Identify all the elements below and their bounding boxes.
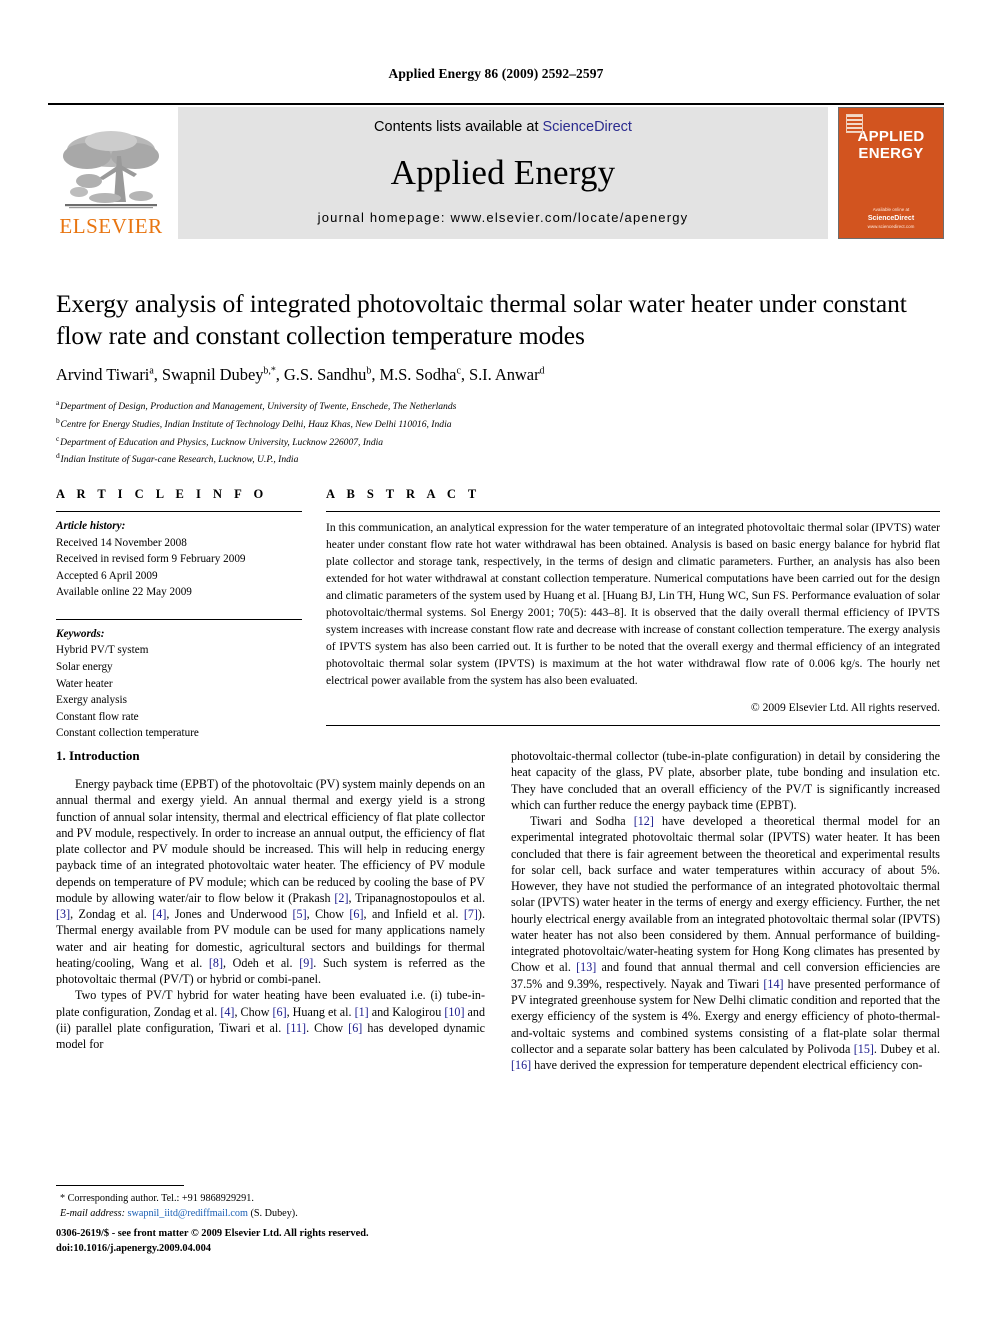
body-columns: 1. Introduction Energy payback time (EPB… <box>56 748 940 1073</box>
abstract-bottom-rule <box>326 725 940 727</box>
body-paragraph: Tiwari and Sodha [12] have developed a t… <box>511 814 941 1073</box>
email-label: E-mail address: <box>60 1207 125 1219</box>
elsevier-wordmark: ELSEVIER <box>59 214 163 238</box>
article-info-column: A R T I C L E I N F O Article history: R… <box>56 487 302 742</box>
citation-ref[interactable]: [10] <box>444 1005 464 1019</box>
citation-ref[interactable]: [9] <box>299 956 313 970</box>
citation-ref[interactable]: [6] <box>348 1021 362 1035</box>
keyword-item: Hybrid PV/T system <box>56 644 149 657</box>
paper-page: Applied Energy 86 (2009) 2592–2597 ELSEV… <box>0 0 992 1323</box>
history-online: Available online 22 May 2009 <box>56 586 192 599</box>
journal-homepage-link[interactable]: journal homepage: www.elsevier.com/locat… <box>318 210 689 225</box>
elsevier-logo: ELSEVIER <box>48 107 174 239</box>
article-history-heading: Article history: <box>56 520 126 532</box>
cover-footer-url: www.sciencedirect.com <box>867 224 915 230</box>
keyword-item: Constant collection temperature <box>56 727 199 740</box>
journal-cover-thumbnail: APPLIED ENERGY Available online at Scien… <box>838 107 944 239</box>
cover-footer-top: Available online at <box>872 207 910 212</box>
footnote-rule <box>56 1185 184 1186</box>
abstract-label: A B S T R A C T <box>326 487 481 501</box>
citation-ref[interactable]: [5] <box>293 907 307 921</box>
citation-ref[interactable]: [1] <box>355 1005 369 1019</box>
info-abstract-row: A R T I C L E I N F O Article history: R… <box>56 487 940 742</box>
cover-elsevier-mark-icon <box>846 114 863 133</box>
citation-ref[interactable]: [3] <box>56 907 70 921</box>
author-list: Arvind Tiwaria, Swapnil Dubeyb,*, G.S. S… <box>56 365 545 385</box>
body-paragraph: Two types of PV/T hybrid for water heati… <box>56 988 485 1052</box>
body-column-left: 1. Introduction Energy payback time (EPB… <box>56 748 485 1073</box>
abstract-copyright: © 2009 Elsevier Ltd. All rights reserved… <box>750 701 940 715</box>
citation-ref[interactable]: [14] <box>763 977 783 991</box>
email-link[interactable]: swapnil_iitd@rediffmail.com <box>128 1208 248 1219</box>
email-note: E-mail address: swapnil_iitd@rediffmail.… <box>56 1207 485 1222</box>
citation-ref[interactable]: [7] <box>464 907 478 921</box>
issn-copyright-line: 0306-2619/$ - see front matter © 2009 El… <box>56 1228 369 1239</box>
cover-footer: Available online at ScienceDirect www.sc… <box>839 207 943 231</box>
citation-ref[interactable]: [11] <box>286 1021 306 1035</box>
keyword-list: Keywords: Hybrid PV/T system Solar energ… <box>56 620 302 742</box>
abstract-column: A B S T R A C T In this communication, a… <box>326 487 940 742</box>
keyword-item: Exergy analysis <box>56 694 127 707</box>
corresponding-author-note: * Corresponding author. Tel.: +91 986892… <box>60 1193 254 1204</box>
history-revised: Received in revised form 9 February 2009 <box>56 553 246 566</box>
footnote-block: * Corresponding author. Tel.: +91 986892… <box>56 1185 485 1222</box>
affiliation-c: c Department of Education and Physics, L… <box>56 433 384 448</box>
affiliation-b: b Centre for Energy Studies, Indian Inst… <box>56 415 452 431</box>
body-paragraph: photovoltaic-thermal collector (tube-in-… <box>511 749 940 812</box>
citation-ref[interactable]: [6] <box>273 1005 287 1019</box>
history-received: Received 14 November 2008 <box>56 536 187 549</box>
citation-ref[interactable]: [2] <box>334 891 348 905</box>
running-head: Applied Energy 86 (2009) 2592–2597 <box>388 66 604 81</box>
journal-masthead: ELSEVIER Contents lists available at Sci… <box>48 103 944 239</box>
body-column-right: photovoltaic-thermal collector (tube-in-… <box>511 748 940 1073</box>
contents-prefix: Contents lists available at <box>374 119 543 135</box>
cover-title-line1: APPLIED <box>857 128 925 145</box>
paper-title: Exergy analysis of integrated photovolta… <box>56 289 907 350</box>
masthead-center-panel: Contents lists available at ScienceDirec… <box>178 107 828 239</box>
keyword-item: Water heater <box>56 677 113 690</box>
affiliation-d: d Indian Institute of Sugar-cane Researc… <box>56 451 299 466</box>
article-info-label: A R T I C L E I N F O <box>56 487 268 501</box>
citation-ref[interactable]: [12] <box>634 814 654 828</box>
citation-ref[interactable]: [4] <box>152 907 166 921</box>
cover-title-line2: ENERGY <box>858 145 924 163</box>
keywords-heading: Keywords: <box>56 627 105 640</box>
doi-line: doi:10.1016/j.apenergy.2009.04.004 <box>56 1242 211 1254</box>
citation-ref[interactable]: [13] <box>576 960 596 974</box>
sciencedirect-link[interactable]: ScienceDirect <box>543 119 632 135</box>
citation-ref[interactable]: [8] <box>209 956 223 970</box>
keyword-item: Constant flow rate <box>56 710 139 723</box>
citation-ref[interactable]: [16] <box>511 1058 531 1072</box>
email-suffix: (S. Dubey). <box>250 1207 298 1219</box>
body-paragraph: Energy payback time (EPBT) of the photov… <box>56 777 485 987</box>
elsevier-tree-icon <box>63 131 159 209</box>
affiliation-a: a Department of Design, Production and M… <box>56 398 457 413</box>
journal-title: Applied Energy <box>390 152 616 192</box>
abstract-text: In this communication, an analytical exp… <box>326 521 940 688</box>
citation-ref[interactable]: [15] <box>854 1042 874 1056</box>
citation-ref[interactable]: [4] <box>220 1005 234 1019</box>
cover-footer-sciencedirect: ScienceDirect <box>867 214 915 222</box>
article-history: Article history: Received 14 November 20… <box>56 512 302 601</box>
cover-title: APPLIED ENERGY <box>857 128 924 163</box>
title-block: Exergy analysis of integrated photovolta… <box>56 288 940 468</box>
history-accepted: Accepted 6 April 2009 <box>56 569 158 582</box>
contents-available-line: Contents lists available at ScienceDirec… <box>374 119 632 135</box>
section-heading-introduction: 1. Introduction <box>56 748 140 763</box>
affiliation-list: a Department of Design, Production and M… <box>56 397 940 468</box>
citation-ref[interactable]: [6] <box>349 907 363 921</box>
page-footer: 0306-2619/$ - see front matter © 2009 El… <box>56 1227 576 1257</box>
keyword-item: Solar energy <box>56 661 113 674</box>
